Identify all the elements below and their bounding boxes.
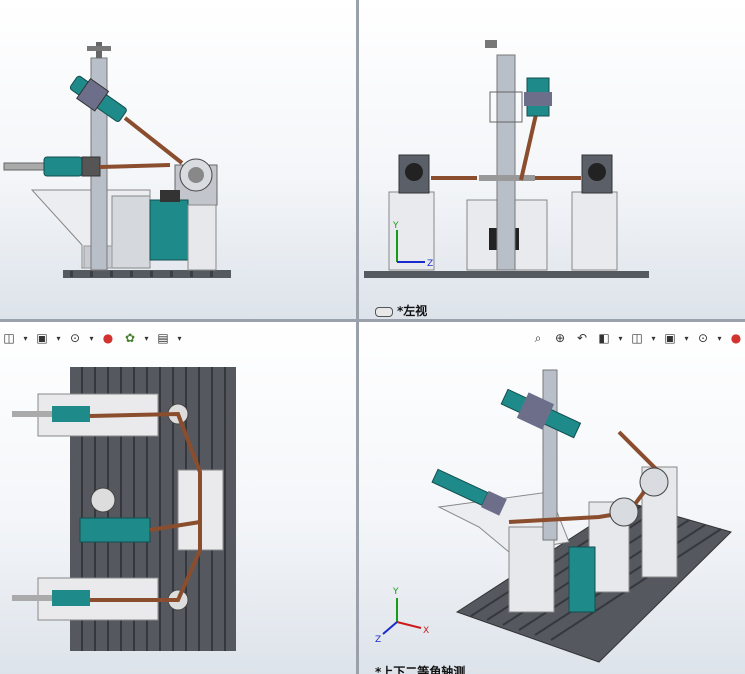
- view-label-isometric-text: *上下二等角轴测: [375, 665, 466, 674]
- top-view-model: [12, 367, 236, 651]
- triad-y-label: Y: [392, 221, 399, 231]
- triad-z-label: Z: [375, 635, 381, 645]
- view-label-left: *左视: [375, 302, 427, 319]
- left-view-model: Y Z: [364, 40, 649, 278]
- front-view-model: [3, 42, 231, 278]
- view-label-left-text: *左视: [397, 304, 428, 318]
- isometric-model: Y X Z: [375, 369, 732, 663]
- viewport-isometric[interactable]: ⌕ ⊕ ↶ ◧ ▾ ◫ ▾ ▣ ▾ ⊙ ▾ ● Y X Z *上下二等角轴测: [359, 322, 745, 674]
- viewport-splitter-horizontal[interactable]: [0, 319, 745, 322]
- triad-x-label: X: [423, 626, 429, 636]
- triad-z-label: Z: [427, 259, 433, 269]
- view-link-icon: [375, 306, 393, 317]
- viewport-splitter-vertical[interactable]: [356, 0, 359, 674]
- viewport-left-view[interactable]: Y Z *左视: [359, 0, 745, 319]
- viewport-top-view[interactable]: ◫ ▾ ▣ ▾ ⊙ ▾ ● ✿ ▾ ▤ ▾: [0, 322, 356, 674]
- triad-y-label: Y: [392, 587, 399, 597]
- view-label-isometric: *上下二等角轴测: [375, 663, 465, 674]
- viewport-front[interactable]: [0, 0, 356, 319]
